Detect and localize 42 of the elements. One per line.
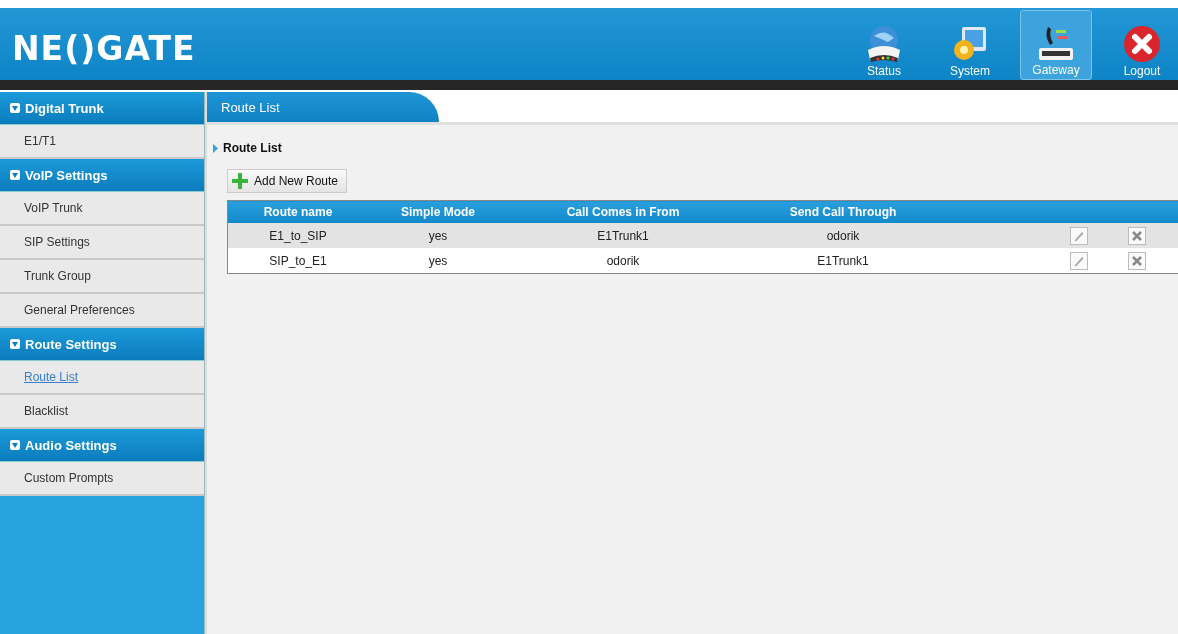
sidebar-group-header[interactable]: VoIP Settings xyxy=(0,159,204,192)
table-cell: E1_to_SIP xyxy=(269,228,327,243)
arrow-icon xyxy=(213,143,218,153)
sidebar-group-header[interactable]: Route Settings xyxy=(0,328,204,361)
nav-tab[interactable]: Status xyxy=(848,8,920,80)
section-title: Route List xyxy=(223,141,282,155)
column-header: Simple Mode xyxy=(368,200,508,223)
delete-icon[interactable] xyxy=(1128,251,1146,270)
add-route-button[interactable]: Add New Route xyxy=(227,169,348,193)
sidebar-group-header[interactable]: Audio Settings xyxy=(0,429,204,462)
collapse-icon xyxy=(10,339,20,349)
page-tab[interactable]: Route List xyxy=(207,92,439,122)
table-cell: odorik xyxy=(826,228,860,243)
column-header: Call Comes in From xyxy=(508,200,738,223)
collapse-icon xyxy=(10,170,20,180)
sidebar-item[interactable]: Custom Prompts xyxy=(24,471,114,485)
plus-icon xyxy=(232,173,248,189)
sidebar-item[interactable]: Trunk Group xyxy=(24,269,91,283)
collapse-icon xyxy=(10,440,20,450)
sidebar-link[interactable]: Route List xyxy=(24,370,79,384)
table-cell: odorik xyxy=(606,253,640,268)
table-cell: yes xyxy=(428,228,448,243)
delete-icon[interactable] xyxy=(1128,226,1146,245)
table-cell: E1Trunk1 xyxy=(817,253,869,268)
sidebar-group-header[interactable]: Digital Trunk xyxy=(0,92,204,125)
collapse-icon xyxy=(10,103,20,113)
edit-icon[interactable] xyxy=(1070,226,1088,245)
sidebar-item[interactable]: E1/T1 xyxy=(24,134,56,148)
column-header: Send Call Through xyxy=(738,200,948,223)
nav-tab[interactable]: Logout xyxy=(1106,8,1178,80)
table-cell: yes xyxy=(428,253,448,268)
sidebar-item[interactable]: Blacklist xyxy=(24,404,68,418)
edit-icon[interactable] xyxy=(1070,251,1088,270)
column-header: Route name xyxy=(227,200,368,223)
nav-tab[interactable]: Gateway xyxy=(1020,10,1092,80)
nav-tab[interactable]: System xyxy=(934,8,1006,80)
table-cell: SIP_to_E1 xyxy=(269,253,327,268)
sidebar-item[interactable]: SIP Settings xyxy=(24,235,90,249)
sidebar-item[interactable]: VoIP Trunk xyxy=(24,201,83,215)
logo: NE()GATE xyxy=(11,28,196,70)
table-cell: E1Trunk1 xyxy=(597,228,649,243)
close-icon xyxy=(1122,24,1162,64)
